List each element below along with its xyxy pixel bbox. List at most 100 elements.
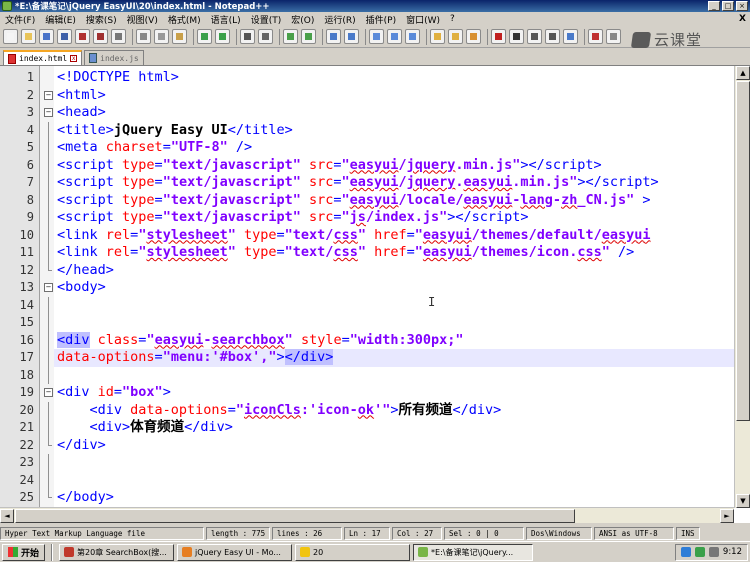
menu-bar: 文件(F) 编辑(E) 搜索(S) 视图(V) 格式(M) 语言(L) 设置(T… [0,12,750,26]
doc-map-icon[interactable] [448,29,463,44]
start-button[interactable]: 开始 [2,543,46,561]
function-list-icon[interactable] [466,29,481,44]
tab-index-js[interactable]: index.js [84,50,144,65]
save-icon[interactable] [39,29,54,44]
tab-index-html[interactable]: index.html x [3,50,83,65]
show-all-chars-icon[interactable] [387,29,402,44]
taskbar-item-notepadpp[interactable]: *E:\备课笔记\jQuery... [413,543,534,561]
line-number: 2 [26,87,34,102]
sync-vertical-icon[interactable] [326,29,341,44]
vertical-scroll-thumb[interactable] [736,81,750,421]
menu-plugins[interactable]: 插件(P) [361,13,401,26]
play-macro-icon[interactable] [527,29,542,44]
zoom-out-icon[interactable] [301,29,316,44]
new-file-icon[interactable] [3,29,18,44]
paste-icon[interactable] [172,29,187,44]
open-file-icon[interactable] [21,29,36,44]
fold-line [44,349,52,367]
tray-clock[interactable]: 9:12 [723,547,742,557]
close-document-button[interactable]: X [739,14,746,24]
sync-horizontal-icon[interactable] [344,29,359,44]
taskbar-item-folder[interactable]: 20 [295,543,411,561]
scroll-right-icon[interactable]: ► [720,509,734,523]
save-macro-icon[interactable] [563,29,578,44]
close-file-icon[interactable] [75,29,90,44]
menu-run[interactable]: 运行(R) [319,13,360,26]
fold-end [44,261,52,280]
menu-edit[interactable]: 编辑(E) [40,13,81,26]
line-number: 17 [19,350,34,364]
status-eol[interactable]: Dos\Windows [526,526,592,540]
menu-macro[interactable]: 宏(O) [286,13,319,26]
tray-network-icon[interactable] [680,547,691,557]
code-line-21: <div>体育频道</div> [89,419,233,435]
close-all-icon[interactable] [93,29,108,44]
fold-toggle-icon[interactable] [44,87,53,105]
zoom-in-icon[interactable] [283,29,298,44]
unsaved-file-icon [8,53,16,64]
taskbar-item-label: 20 [313,547,324,557]
tray-volume-icon[interactable] [708,547,719,557]
stop-macro-icon[interactable] [509,29,524,44]
line-number: 12 [19,262,34,277]
menu-settings[interactable]: 设置(T) [246,13,287,26]
replace-icon[interactable] [258,29,273,44]
menu-language[interactable]: 语言(L) [206,13,246,26]
undo-icon[interactable] [197,29,212,44]
windows-logo-icon [8,547,18,557]
menu-help[interactable]: ? [445,14,460,24]
tab-label: index.html [19,54,68,63]
fold-line [44,139,52,157]
editor-area[interactable]: 1 2 3 4 5 6 7 8 9 10 11 12 13 14 15 16 1… [0,65,750,523]
word-wrap-icon[interactable] [369,29,384,44]
menu-file[interactable]: 文件(F) [0,13,40,26]
scroll-up-icon[interactable]: ▲ [736,66,750,80]
taskbar-item-browser[interactable]: jQuery Easy UI - Mo... [177,543,293,561]
scroll-left-icon[interactable]: ◄ [0,509,14,523]
cut-icon[interactable] [136,29,151,44]
vertical-scrollbar[interactable]: ▲ ▼ [734,66,750,508]
line-number: 13 [19,280,34,294]
menu-search[interactable]: 搜索(S) [81,13,122,26]
find-icon[interactable] [240,29,255,44]
fold-toggle-icon[interactable] [44,384,53,402]
code-line-4: <title>jQuery Easy UI</title> [57,121,293,138]
taskbar-item-ppt[interactable]: 第20章 SearchBox(搜... [59,543,175,561]
horizontal-scroll-thumb[interactable] [15,509,575,523]
scroll-down-icon[interactable]: ▼ [736,494,750,508]
code-line-3: <head> [57,104,106,120]
user-lang-icon[interactable] [430,29,445,44]
status-encoding[interactable]: ANSI as UTF-8 [594,526,674,540]
maximize-button[interactable]: □ [722,1,734,11]
close-button[interactable]: × [736,1,748,11]
indent-guide-icon[interactable] [405,29,420,44]
tray-app-icon[interactable] [694,547,705,557]
spell-check-icon[interactable] [588,29,603,44]
copy-icon[interactable] [154,29,169,44]
line-number: 25 [19,490,34,504]
minimize-button[interactable]: _ [708,1,720,11]
menu-format[interactable]: 格式(M) [163,13,206,26]
line-number: 19 [19,385,34,399]
tab-close-icon[interactable]: x [70,55,78,62]
fold-line [44,244,52,262]
line-number: 18 [19,367,34,382]
code-line-17: data-options="menu:'#box',"></div> [54,349,734,367]
fold-line [44,419,52,437]
save-all-icon[interactable] [57,29,72,44]
taskbar-divider [51,543,54,561]
menu-window[interactable]: 窗口(W) [401,13,445,26]
record-macro-icon[interactable] [491,29,506,44]
fold-toggle-icon[interactable] [44,279,53,297]
taskbar-item-label: 第20章 SearchBox(搜... [77,547,167,557]
line-number: 5 [26,140,34,154]
windows-taskbar: 开始 第20章 SearchBox(搜... jQuery Easy UI - … [0,541,750,562]
play-multiple-icon[interactable] [545,29,560,44]
plugin-icon[interactable] [606,29,621,44]
print-icon[interactable] [111,29,126,44]
fold-toggle-icon[interactable] [44,104,53,122]
menu-view[interactable]: 视图(V) [122,13,163,26]
redo-icon[interactable] [215,29,230,44]
horizontal-scrollbar[interactable]: ◄ ► [0,507,734,523]
code-text-area[interactable]: <!DOCTYPE html> <html> <head> <title>jQu… [54,66,734,508]
